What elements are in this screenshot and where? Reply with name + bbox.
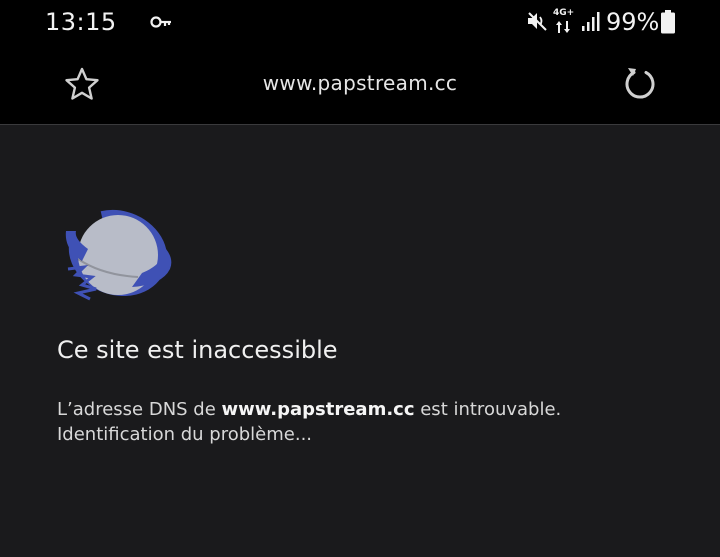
signal-icon (582, 12, 600, 31)
network-type: 4G+ (553, 8, 575, 18)
network-icon: 4G+ (553, 9, 575, 33)
message-prefix: L’adresse DNS de (57, 399, 222, 420)
battery-icon (661, 10, 675, 34)
mute-icon (528, 12, 547, 31)
battery-percent: 99% (606, 8, 660, 36)
planet-icon (65, 209, 172, 301)
url-display[interactable]: www.papstream.cc (180, 71, 540, 95)
browser-toolbar: www.papstream.cc (0, 45, 720, 125)
error-title: Ce site est inaccessible (57, 336, 338, 364)
error-page: Ce site est inaccessible L’adresse DNS d… (0, 125, 720, 557)
dns-error-line: L’adresse DNS de www.papstream.cc est in… (57, 397, 697, 422)
reload-icon[interactable] (620, 63, 660, 103)
message-domain: www.papstream.cc (221, 399, 415, 420)
status-bar: 13:15 4G+ 99% (0, 0, 720, 45)
diagnose-link[interactable]: Identification du problème... (57, 422, 697, 447)
error-message: L’adresse DNS de www.papstream.cc est in… (57, 397, 697, 447)
data-arrows-icon (556, 21, 570, 33)
status-time: 13:15 (45, 8, 117, 36)
key-icon (150, 16, 171, 28)
star-icon[interactable] (62, 65, 102, 105)
message-suffix: est introuvable. (414, 399, 562, 420)
